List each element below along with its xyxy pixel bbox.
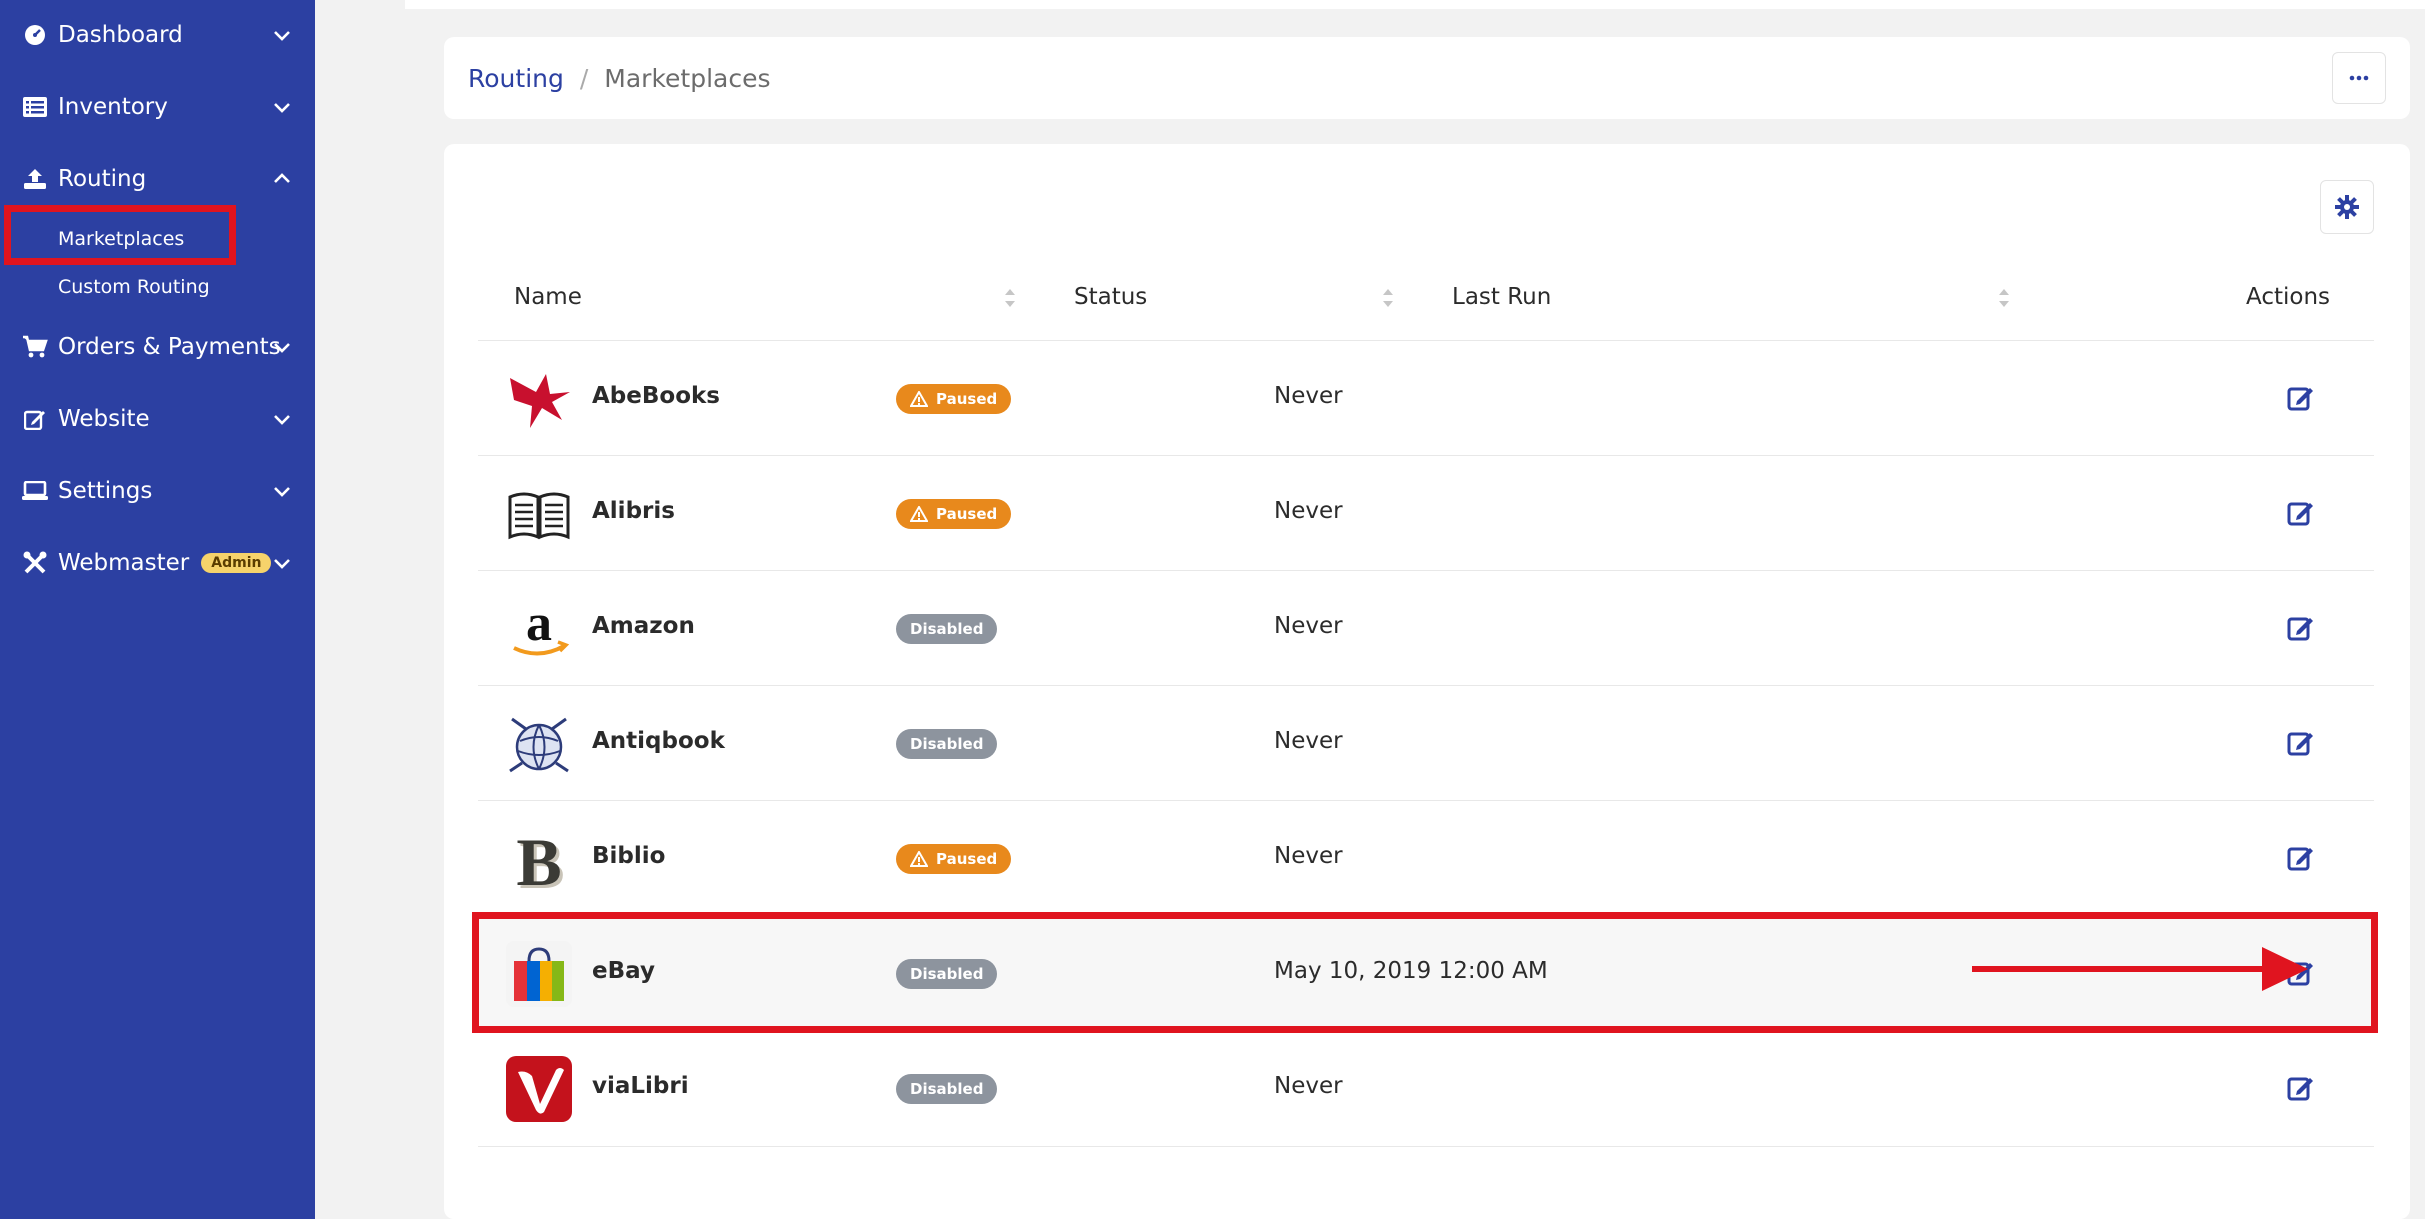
sidebar: Dashboard Inventory Routing Marketplaces… bbox=[0, 0, 315, 1219]
ellipsis-icon bbox=[2349, 75, 2369, 81]
table-row: Alibris Paused Never bbox=[478, 455, 2374, 570]
sidebar-subitem-custom-routing[interactable]: Custom Routing bbox=[58, 276, 210, 298]
warning-icon bbox=[910, 506, 928, 522]
cart-icon bbox=[22, 334, 48, 360]
sidebar-item-label: Website bbox=[58, 406, 150, 432]
sidebar-item-webmaster[interactable]: Webmaster Admin bbox=[0, 535, 315, 591]
sidebar-item-label: Inventory bbox=[58, 94, 168, 120]
admin-badge: Admin bbox=[201, 553, 272, 573]
last-run-value: Never bbox=[1274, 498, 1343, 524]
column-header-last-run[interactable]: Last Run bbox=[1452, 284, 1551, 310]
edit-icon[interactable] bbox=[2287, 1073, 2315, 1101]
marketplace-name: Amazon bbox=[592, 613, 695, 639]
svg-text:a: a bbox=[526, 596, 552, 652]
last-run-value: Never bbox=[1274, 1073, 1343, 1099]
sidebar-item-label: Dashboard bbox=[58, 22, 183, 48]
column-header-status[interactable]: Status bbox=[1074, 284, 1147, 310]
column-header-actions: Actions bbox=[2246, 284, 2331, 310]
sidebar-item-orders-payments[interactable]: Orders & Payments bbox=[0, 319, 315, 375]
table-settings-button[interactable] bbox=[2320, 180, 2374, 234]
chevron-down-icon bbox=[274, 343, 290, 353]
sidebar-item-settings[interactable]: Settings bbox=[0, 463, 315, 519]
sidebar-item-label: Webmaster bbox=[58, 550, 190, 576]
marketplaces-table-card: Name Status Last Run Actions AbeBooks Pa… bbox=[444, 144, 2410, 1219]
status-badge: Paused bbox=[896, 844, 1012, 874]
last-run-value: Never bbox=[1274, 728, 1343, 754]
sort-icon[interactable] bbox=[1380, 284, 1396, 312]
edit-icon[interactable] bbox=[2287, 498, 2315, 526]
sidebar-item-label: Settings bbox=[58, 478, 153, 504]
edit-icon bbox=[22, 406, 48, 432]
warning-icon bbox=[910, 851, 928, 867]
marketplace-name: Biblio bbox=[592, 843, 666, 869]
table-row: B B Biblio Paused Never bbox=[478, 800, 2374, 915]
status-badge: Disabled bbox=[896, 614, 998, 644]
list-icon bbox=[22, 94, 48, 120]
status-badge: Disabled bbox=[896, 1074, 998, 1104]
svg-text:B: B bbox=[516, 826, 561, 892]
gauge-icon bbox=[22, 22, 48, 48]
sidebar-item-label: Routing bbox=[58, 166, 147, 192]
table-row: viaLibri Disabled Never bbox=[478, 1030, 2374, 1145]
status-badge: Paused bbox=[896, 499, 1012, 529]
table-row: Antiqbook Disabled Never bbox=[478, 685, 2374, 800]
laptop-icon bbox=[22, 478, 48, 504]
antiqbook-logo bbox=[509, 717, 569, 773]
marketplace-name: Antiqbook bbox=[592, 728, 725, 754]
edit-icon[interactable] bbox=[2287, 613, 2315, 641]
abebooks-logo bbox=[510, 374, 570, 428]
chevron-down-icon bbox=[274, 415, 290, 425]
status-label: Paused bbox=[936, 390, 998, 408]
last-run-value: Never bbox=[1274, 843, 1343, 869]
vialibri-logo bbox=[506, 1056, 572, 1122]
table-row: a Amazon Disabled Never bbox=[478, 570, 2374, 685]
sidebar-item-label: Orders & Payments bbox=[58, 334, 281, 360]
chevron-down-icon bbox=[274, 31, 290, 41]
sort-icon[interactable] bbox=[1996, 284, 2012, 312]
status-label: Paused bbox=[936, 505, 998, 523]
chevron-down-icon bbox=[274, 103, 290, 113]
table-bottom-divider bbox=[478, 1146, 2374, 1147]
chevron-up-icon bbox=[274, 173, 290, 183]
marketplace-name: AbeBooks bbox=[592, 383, 720, 409]
warning-icon bbox=[910, 391, 928, 407]
gear-icon bbox=[2335, 195, 2359, 219]
edit-icon[interactable] bbox=[2287, 383, 2315, 411]
last-run-value: Never bbox=[1274, 613, 1343, 639]
biblio-logo: B B bbox=[516, 826, 564, 892]
tools-icon bbox=[22, 550, 48, 576]
sort-icon[interactable] bbox=[1002, 284, 1018, 312]
sidebar-item-routing[interactable]: Routing bbox=[0, 151, 315, 207]
status-badge: Disabled bbox=[896, 729, 998, 759]
sidebar-item-inventory[interactable]: Inventory bbox=[0, 79, 315, 135]
annotation-arrow-icon bbox=[1972, 947, 2308, 991]
sidebar-item-website[interactable]: Website bbox=[0, 391, 315, 447]
sidebar-item-dashboard[interactable]: Dashboard bbox=[0, 7, 315, 63]
amazon-logo: a bbox=[513, 596, 570, 656]
status-label: Paused bbox=[936, 850, 998, 868]
marketplace-name: Alibris bbox=[592, 498, 675, 524]
chevron-down-icon bbox=[274, 487, 290, 497]
annotation-highlight-box bbox=[4, 205, 236, 265]
table-row: AbeBooks Paused Never bbox=[478, 340, 2374, 455]
upload-icon bbox=[22, 166, 48, 192]
edit-icon[interactable] bbox=[2287, 728, 2315, 756]
top-bar bbox=[405, 0, 2425, 9]
more-options-button[interactable] bbox=[2332, 52, 2386, 104]
chevron-down-icon bbox=[274, 559, 290, 569]
breadcrumb-current: Marketplaces bbox=[604, 63, 771, 93]
last-run-value: Never bbox=[1274, 383, 1343, 409]
breadcrumb-separator: / bbox=[579, 63, 589, 93]
status-badge: Paused bbox=[896, 384, 1012, 414]
alibris-logo bbox=[508, 492, 570, 540]
breadcrumb-link-routing[interactable]: Routing bbox=[468, 64, 564, 93]
column-header-name[interactable]: Name bbox=[514, 284, 582, 310]
edit-icon[interactable] bbox=[2287, 843, 2315, 871]
breadcrumb: Routing / Marketplaces bbox=[444, 37, 2410, 119]
marketplace-name: viaLibri bbox=[592, 1073, 689, 1099]
